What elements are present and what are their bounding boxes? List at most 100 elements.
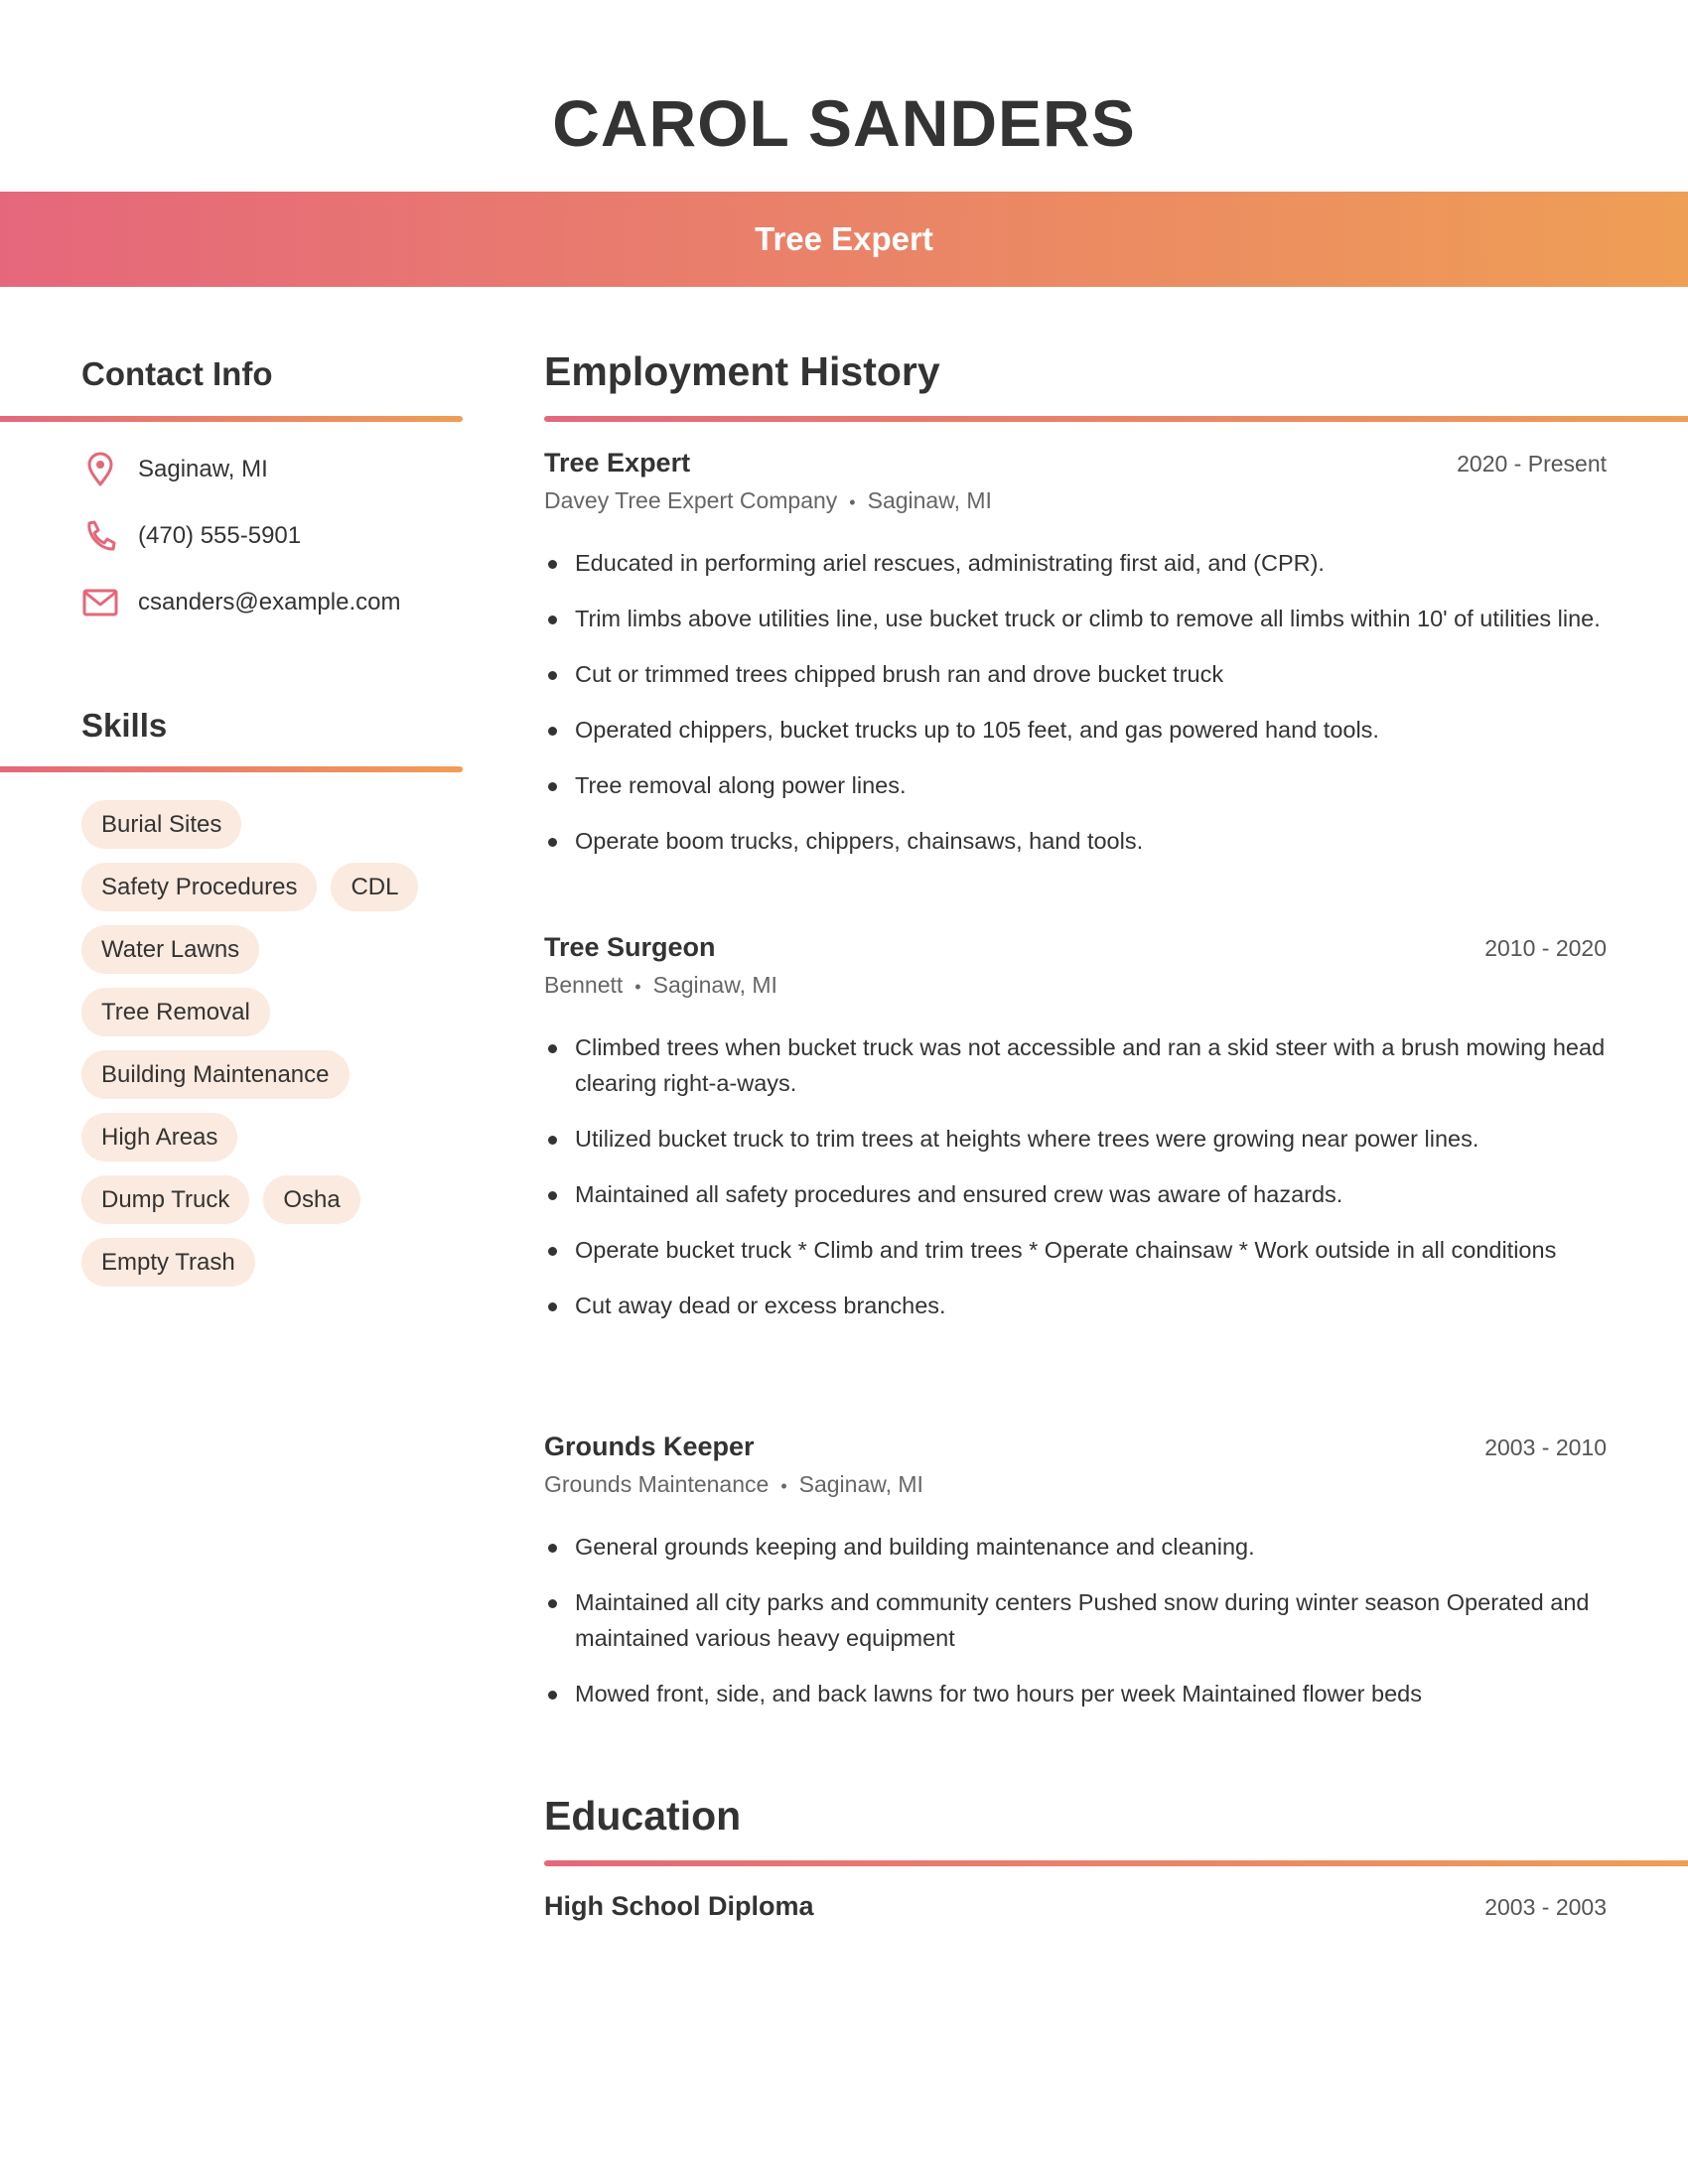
skill-row: Safety Procedures CDL bbox=[81, 863, 479, 911]
title-banner: Tree Expert bbox=[0, 192, 1688, 287]
contact-email: csanders@example.com bbox=[81, 583, 400, 622]
bullet-item: Tree removal along power lines. bbox=[544, 767, 1608, 803]
bullet-text: Mowed front, side, and back lawns for tw… bbox=[575, 1681, 1422, 1706]
separator-dot: • bbox=[634, 977, 641, 997]
job-bullets: Educated in performing ariel rescues, ad… bbox=[544, 545, 1607, 859]
job-dates: 2010 - 2020 bbox=[1484, 935, 1607, 961]
job-employer-line: Davey Tree Expert Company • Saginaw, MI bbox=[544, 487, 1607, 521]
bullet-dot bbox=[548, 1044, 557, 1053]
bullet-text: Maintained all safety procedures and ens… bbox=[575, 1181, 1343, 1207]
skill-row: Dump Truck Osha bbox=[81, 1175, 479, 1224]
bullet-text: Cut or trimmed trees chipped brush ran a… bbox=[575, 661, 1224, 687]
skills-divider bbox=[0, 766, 463, 772]
job-location: Saginaw, MI bbox=[798, 1471, 923, 1497]
bullet-item: General grounds keeping and building mai… bbox=[544, 1529, 1608, 1565]
skill-pill: Empty Trash bbox=[81, 1238, 255, 1287]
skill-pill: High Areas bbox=[81, 1113, 238, 1161]
degree-name: High School Diploma bbox=[544, 1891, 814, 1921]
bullet-text: Operate bucket truck * Climb and trim tr… bbox=[575, 1237, 1557, 1263]
bullet-dot bbox=[548, 1544, 557, 1553]
skill-row: Empty Trash bbox=[81, 1238, 479, 1287]
job-employer-line: Bennett • Saginaw, MI bbox=[544, 972, 1607, 1006]
skill-pill: Water Lawns bbox=[81, 925, 260, 974]
bullet-text: Trim limbs above utilities line, use buc… bbox=[575, 606, 1601, 631]
skill-row: Tree Removal bbox=[81, 988, 479, 1036]
bullet-item: Cut away dead or excess branches. bbox=[544, 1288, 1608, 1323]
bullet-text: Climbed trees when bucket truck was not … bbox=[575, 1034, 1606, 1096]
job-title: Tree Surgeon bbox=[544, 932, 716, 962]
bullet-dot bbox=[548, 1191, 557, 1200]
candidate-name: CAROL SANDERS bbox=[552, 86, 1136, 160]
contact-location: Saginaw, MI bbox=[81, 450, 268, 489]
job-title: Tree Expert bbox=[544, 448, 691, 478]
contact-info-heading: Contact Info bbox=[81, 355, 273, 392]
education-divider bbox=[544, 1860, 1688, 1866]
job-header: Tree Surgeon 2010 - 2020 bbox=[544, 932, 1607, 968]
bullet-item: Maintained all city parks and community … bbox=[544, 1584, 1608, 1656]
bullet-dot bbox=[548, 727, 557, 736]
skill-pill: Tree Removal bbox=[81, 988, 270, 1036]
job-employer-line: Grounds Maintenance • Saginaw, MI bbox=[544, 1471, 1607, 1505]
bullet-dot bbox=[548, 838, 557, 847]
bullet-item: Operate boom trucks, chippers, chainsaws… bbox=[544, 823, 1608, 859]
skills-list: Burial Sites Safety Procedures CDL Water… bbox=[81, 800, 479, 1300]
skill-row: High Areas bbox=[81, 1113, 479, 1161]
skills-heading: Skills bbox=[81, 707, 168, 744]
contact-phone-text: (470) 555-5901 bbox=[138, 522, 302, 549]
contact-phone: (470) 555-5901 bbox=[81, 516, 301, 556]
contact-location-text: Saginaw, MI bbox=[138, 456, 268, 482]
employment-divider bbox=[544, 416, 1688, 422]
job-company: Grounds Maintenance bbox=[544, 1471, 770, 1497]
job-dates: 2003 - 2010 bbox=[1484, 1434, 1607, 1460]
contact-email-text: csanders@example.com bbox=[138, 589, 401, 615]
separator-dot: • bbox=[780, 1476, 787, 1496]
job-entry: Tree Surgeon 2010 - 2020 Bennett • Saginaw… bbox=[544, 932, 1607, 1343]
bullet-item: Cut or trimmed trees chipped brush ran a… bbox=[544, 656, 1608, 692]
bullet-text: Operate boom trucks, chippers, chainsaws… bbox=[575, 828, 1144, 854]
skill-row: Water Lawns bbox=[81, 925, 479, 974]
bullet-text: Cut away dead or excess branches. bbox=[575, 1293, 946, 1318]
education-dates: 2003 - 2003 bbox=[1484, 1894, 1607, 1920]
skill-pill: CDL bbox=[331, 863, 419, 911]
bullet-text: General grounds keeping and building mai… bbox=[575, 1534, 1255, 1560]
skill-pill: Building Maintenance bbox=[81, 1050, 350, 1099]
separator-dot: • bbox=[849, 492, 856, 512]
bullet-dot bbox=[548, 1599, 557, 1608]
skill-row: Burial Sites bbox=[81, 800, 479, 849]
bullet-item: Maintained all safety procedures and ens… bbox=[544, 1176, 1608, 1212]
mail-icon bbox=[81, 584, 119, 621]
bullet-text: Educated in performing ariel rescues, ad… bbox=[575, 550, 1325, 576]
job-title-banner-text: Tree Expert bbox=[755, 220, 933, 257]
job-dates: 2020 - Present bbox=[1457, 451, 1607, 477]
bullet-item: Trim limbs above utilities line, use buc… bbox=[544, 601, 1608, 636]
job-location: Saginaw, MI bbox=[652, 972, 777, 998]
job-header: Tree Expert 2020 - Present bbox=[544, 448, 1607, 483]
job-bullets: Climbed trees when bucket truck was not … bbox=[544, 1029, 1607, 1323]
skill-row: Building Maintenance bbox=[81, 1050, 479, 1099]
bullet-dot bbox=[548, 782, 557, 791]
skill-pill: Osha bbox=[263, 1175, 360, 1224]
bullet-dot bbox=[548, 1691, 557, 1700]
bullet-dot bbox=[548, 560, 557, 569]
job-location: Saginaw, MI bbox=[867, 487, 992, 513]
job-entry: Tree Expert 2020 - Present Davey Tree Ex… bbox=[544, 448, 1607, 879]
bullet-item: Mowed front, side, and back lawns for tw… bbox=[544, 1676, 1608, 1711]
job-title: Grounds Keeper bbox=[544, 1432, 755, 1461]
bullet-item: Operated chippers, bucket trucks up to 1… bbox=[544, 712, 1608, 748]
bullet-dot bbox=[548, 1136, 557, 1145]
bullet-text: Operated chippers, bucket trucks up to 1… bbox=[575, 717, 1379, 743]
bullet-item: Climbed trees when bucket truck was not … bbox=[544, 1029, 1608, 1101]
bullet-item: Utilized bucket truck to trim trees at h… bbox=[544, 1121, 1608, 1157]
employment-history-heading: Employment History bbox=[544, 348, 940, 394]
skill-pill: Burial Sites bbox=[81, 800, 242, 849]
bullet-item: Educated in performing ariel rescues, ad… bbox=[544, 545, 1608, 581]
bullet-text: Tree removal along power lines. bbox=[575, 772, 907, 798]
job-header: Grounds Keeper 2003 - 2010 bbox=[544, 1432, 1607, 1467]
bullet-dot bbox=[548, 615, 557, 624]
education-entry: High School Diploma 2003 - 2003 bbox=[544, 1891, 1607, 1927]
skill-pill: Dump Truck bbox=[81, 1175, 250, 1224]
education-heading: Education bbox=[544, 1793, 742, 1839]
job-entry: Grounds Keeper 2003 - 2010 Grounds Maint… bbox=[544, 1432, 1607, 1731]
bullet-dot bbox=[548, 1302, 557, 1311]
job-company: Davey Tree Expert Company bbox=[544, 487, 838, 513]
